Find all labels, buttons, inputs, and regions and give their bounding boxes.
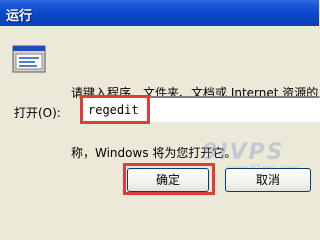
description-line-2: 称，Windows 将为您打开它。 xyxy=(71,146,237,160)
title-bar[interactable]: 运行 xyxy=(0,0,319,26)
cancel-button[interactable]: 取消 xyxy=(225,168,311,192)
run-program-icon xyxy=(12,45,46,73)
run-dialog: 运行 请键入程序、文件夹、文档或 Internet 资源的名称， 称，Windo… xyxy=(0,0,320,201)
open-label: 打开(O): xyxy=(14,106,61,120)
open-input[interactable] xyxy=(80,96,320,122)
ok-button[interactable]: 确定 xyxy=(127,168,209,192)
window-title: 运行 xyxy=(6,9,33,24)
